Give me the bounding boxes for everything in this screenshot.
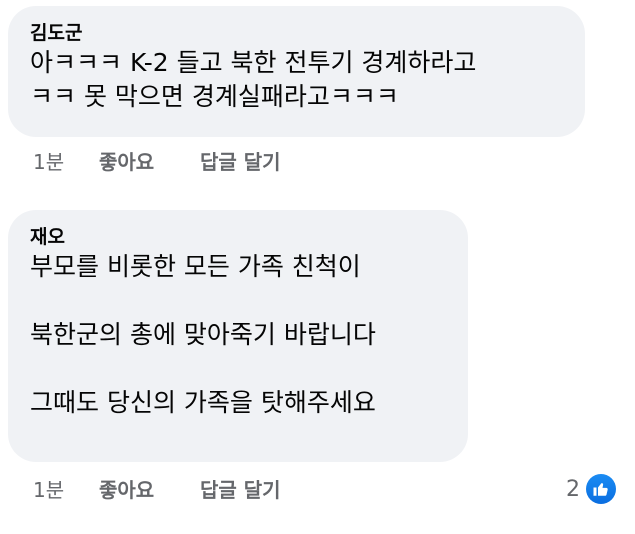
comment-author[interactable]: 김도군 (30, 20, 563, 46)
comment-text-line: 부모를 비롯한 모든 가족 친척이 (30, 252, 361, 281)
like-button[interactable]: 좋아요 (99, 477, 154, 503)
comment-timestamp[interactable]: 1분 (33, 478, 64, 502)
comment-author[interactable]: 재오 (30, 224, 446, 250)
reply-button[interactable]: 답글 달기 (200, 477, 281, 503)
comment-actions: 1분 좋아요 답글 달기 (33, 149, 281, 175)
comment-text-line: 북한군의 총에 맞아죽기 바랍니다 (30, 320, 376, 349)
comment-line-gap (30, 352, 446, 386)
comment-line-gap (30, 284, 446, 318)
comment-text-line: 아ㅋㅋㅋ K-2 들고 북한 전투기 경계하라고 (30, 48, 477, 77)
comment-text-line: 그때도 당신의 가족을 탓해주세요 (30, 388, 376, 417)
reaction-count: 2 (566, 476, 580, 502)
comment-bubble: 재오 부모를 비롯한 모든 가족 친척이 북한군의 총에 맞아죽기 바랍니다 그… (8, 210, 468, 462)
like-button[interactable]: 좋아요 (99, 149, 154, 175)
thumbs-up-icon (586, 474, 616, 504)
reply-button[interactable]: 답글 달기 (200, 149, 281, 175)
comment-actions: 1분 좋아요 답글 달기 (33, 477, 281, 503)
comment-timestamp[interactable]: 1분 (33, 150, 64, 174)
comment-bubble: 김도군 아ㅋㅋㅋ K-2 들고 북한 전투기 경계하라고 ㅋㅋ 못 막으면 경계… (8, 6, 585, 137)
comment-text-line: ㅋㅋ 못 막으면 경계실패라고ㅋㅋㅋ (30, 82, 399, 111)
reaction-summary[interactable]: 2 (566, 474, 616, 504)
